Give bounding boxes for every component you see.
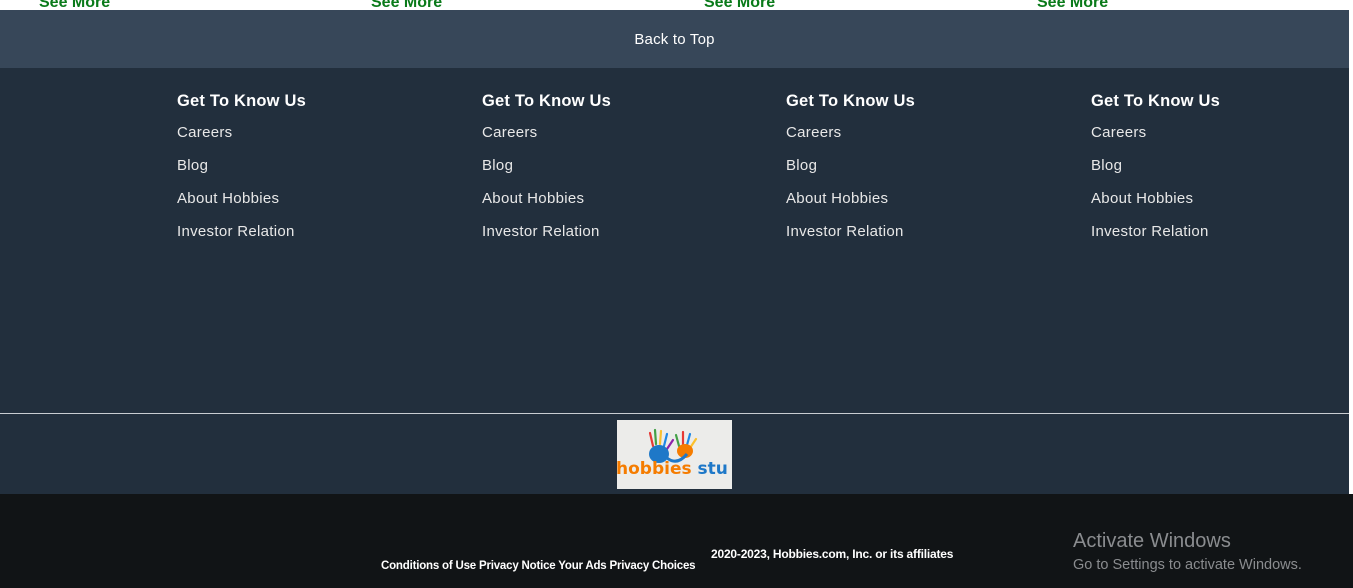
footer-link-careers[interactable]: Careers	[177, 123, 306, 143]
footer-link-careers[interactable]: Careers	[482, 123, 611, 143]
activate-windows-watermark: Activate Windows Go to Settings to activ…	[1073, 530, 1302, 573]
footer-column-heading: Get To Know Us	[177, 92, 306, 110]
hands-logo-icon: hobbies stu	[617, 428, 728, 479]
see-more-row: See More See More See More See More	[0, 0, 1349, 10]
footer-column-4: Get To Know Us Careers Blog About Hobbie…	[1091, 92, 1220, 255]
footer-link-investor-relation[interactable]: Investor Relation	[177, 222, 306, 242]
see-more-link-3[interactable]: See More	[704, 0, 775, 10]
page-scrollbar-edge[interactable]	[1349, 0, 1353, 494]
footer-column-heading: Get To Know Us	[1091, 92, 1220, 110]
logo-band: hobbies stu	[0, 414, 1349, 494]
conditions-of-use-link[interactable]: Conditions of Use	[381, 560, 476, 572]
footer-link-careers[interactable]: Careers	[786, 123, 915, 143]
footer-link-investor-relation[interactable]: Investor Relation	[482, 222, 611, 242]
footer-column-heading: Get To Know Us	[786, 92, 915, 110]
see-more-link-4[interactable]: See More	[1037, 0, 1108, 10]
footer-column-1: Get To Know Us Careers Blog About Hobbie…	[177, 92, 306, 255]
copyright-text: 2020-2023, Hobbies.com, Inc. or its affi…	[711, 547, 954, 561]
footer-link-blog[interactable]: Blog	[786, 156, 915, 176]
footer-link-about-hobbies[interactable]: About Hobbies	[482, 189, 611, 209]
hobbies-logo[interactable]: hobbies stu	[617, 420, 732, 489]
back-to-top-button[interactable]: Back to Top	[0, 10, 1349, 68]
footer-column-heading: Get To Know Us	[482, 92, 611, 110]
your-ads-privacy-choices-link[interactable]: Your Ads Privacy Choices	[558, 560, 695, 572]
privacy-notice-link[interactable]: Privacy Notice	[479, 560, 556, 572]
footer-link-blog[interactable]: Blog	[482, 156, 611, 176]
footer-links-section: Get To Know Us Careers Blog About Hobbie…	[0, 68, 1349, 413]
watermark-title: Activate Windows	[1073, 530, 1231, 552]
footer-link-investor-relation[interactable]: Investor Relation	[786, 222, 915, 242]
footer-link-blog[interactable]: Blog	[1091, 156, 1220, 176]
bottom-footer: 2020-2023, Hobbies.com, Inc. or its affi…	[0, 494, 1353, 588]
footer-column-2: Get To Know Us Careers Blog About Hobbie…	[482, 92, 611, 255]
legal-links: Conditions of Use Privacy Notice Your Ad…	[381, 560, 696, 572]
footer-link-about-hobbies[interactable]: About Hobbies	[786, 189, 915, 209]
footer-link-about-hobbies[interactable]: About Hobbies	[177, 189, 306, 209]
watermark-subtitle: Go to Settings to activate Windows.	[1073, 557, 1302, 573]
see-more-link-2[interactable]: See More	[371, 0, 442, 10]
see-more-link-1[interactable]: See More	[39, 0, 110, 10]
footer-link-blog[interactable]: Blog	[177, 156, 306, 176]
logo-wordmark: hobbies stu	[617, 459, 728, 479]
footer-link-careers[interactable]: Careers	[1091, 123, 1220, 143]
footer-link-investor-relation[interactable]: Investor Relation	[1091, 222, 1220, 242]
footer-link-about-hobbies[interactable]: About Hobbies	[1091, 189, 1220, 209]
footer-column-3: Get To Know Us Careers Blog About Hobbie…	[786, 92, 915, 255]
